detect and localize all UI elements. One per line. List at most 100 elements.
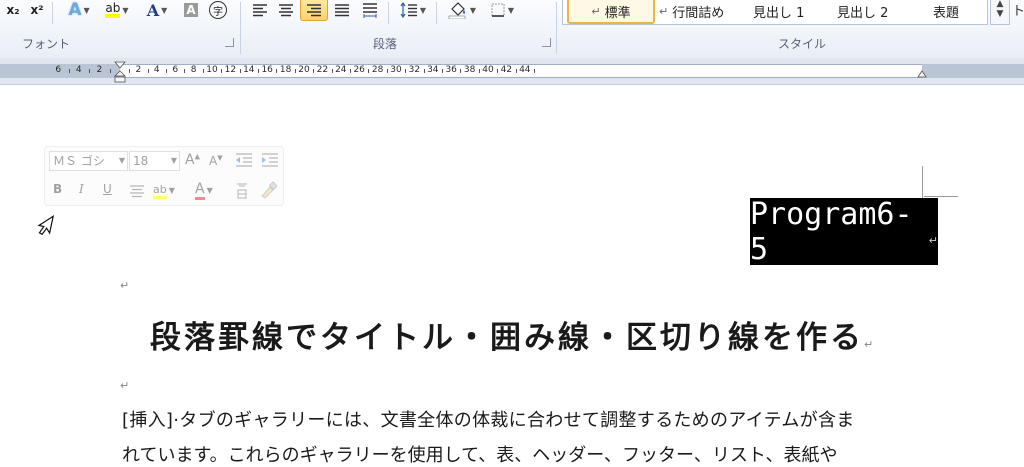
style-item-heading1[interactable]: 見出し 1	[753, 0, 833, 22]
highlight-icon: ab	[153, 183, 167, 199]
program-label-box[interactable]: Program6-5 ↵	[750, 197, 938, 267]
horizontal-ruler[interactable]: 6 4 2 2 4 6 8 10 12 14 16 18 20 22 24 26 28 30 32 34 36 38 40 4…	[0, 64, 1024, 78]
style-gallery: ↵ 標準 ↵ 行間詰め 見出し 1 見出し 2 表題	[562, 0, 988, 25]
chevron-down-icon: ▼	[419, 5, 427, 15]
font-color-icon: A	[195, 181, 205, 200]
ruler-number: 36	[445, 65, 457, 75]
style-item-title[interactable]: 表題	[933, 0, 983, 22]
body-text-line[interactable]: れています。これらのギャラリーを使用して、表、ヘッダー、フッター、リスト、表紙や	[122, 441, 838, 467]
chevron-down-icon: ▼	[507, 5, 515, 15]
align-left-icon	[253, 4, 267, 17]
highlight-button[interactable]: ab ▼	[100, 0, 134, 20]
ruler-tick	[405, 69, 407, 73]
phonetic-guide-icon[interactable]	[235, 182, 249, 200]
decrease-indent-icon[interactable]	[235, 152, 253, 168]
justify-button[interactable]	[330, 0, 354, 20]
body-text-line[interactable]: [挿入]·タブのギャラリーには、文書全体の体裁に合わせて調整するためのアイテムが…	[122, 406, 855, 432]
italic-button[interactable]: I	[79, 182, 84, 196]
chevron-down-icon: ▼	[122, 5, 129, 15]
font-group-label: フォント	[22, 37, 71, 51]
document-page[interactable]	[0, 85, 1024, 454]
subscript-label: x₂	[6, 3, 20, 17]
gallery-scroll-button[interactable]: ▲ ▼	[990, 0, 1010, 25]
text-effect-button[interactable]: A ▼	[62, 0, 96, 20]
ruler-tick	[423, 69, 425, 73]
grow-font-arrow-icon: ▲	[194, 152, 200, 161]
align-left-button[interactable]	[248, 0, 272, 20]
font-size-value: 18	[133, 154, 149, 168]
font-color-button[interactable]: A ▼	[140, 0, 174, 20]
style-item-heading2[interactable]: 見出し 2	[837, 0, 917, 22]
align-center-icon	[279, 4, 293, 17]
ruler-tick	[368, 69, 370, 73]
ruler-tick	[460, 69, 462, 73]
enclose-char-button[interactable]: 字	[206, 0, 230, 20]
para-mark-icon: ↵	[659, 4, 669, 18]
ruler-tick	[478, 69, 480, 73]
style-item-label: 表題	[933, 5, 960, 21]
style-item-normal[interactable]: ↵ 標準	[567, 0, 655, 24]
paragraph-dialog-launcher-icon[interactable]	[542, 38, 551, 47]
ruler-number: 24	[335, 65, 347, 75]
ruler-tick	[276, 69, 278, 73]
ruler-number: 14	[243, 65, 255, 75]
ruler-number: 10	[206, 65, 218, 75]
separator	[556, 2, 557, 54]
shrink-font-button[interactable]: A▼	[209, 154, 223, 168]
bold-button[interactable]: B	[53, 182, 62, 196]
ruler-tick	[515, 69, 517, 73]
document-heading[interactable]: 段落罫線でタイトル・囲み線・区切り線を作る↵	[150, 312, 873, 357]
grow-font-button[interactable]: A▲	[185, 152, 200, 168]
mini-toolbar[interactable]: ＭＳ ゴシ ▼ 18 ▼ A▲ A▼ B I U ab ▼ A ▼	[44, 146, 284, 206]
ruler-number: 12	[224, 65, 237, 75]
right-indent-marker-icon[interactable]	[917, 70, 927, 80]
ruler-number: 18	[279, 65, 292, 75]
ruler-number: 4	[153, 65, 160, 75]
underline-button[interactable]: U	[103, 182, 112, 196]
para-mark-icon: ↵	[928, 234, 938, 247]
increase-indent-icon[interactable]	[261, 152, 279, 168]
superscript-button[interactable]: x²	[26, 0, 48, 20]
indent-marker-icon[interactable]	[114, 61, 126, 83]
shrink-font-label: A	[209, 154, 218, 168]
ruler-tick	[239, 69, 241, 73]
borders-button[interactable]: ▼	[484, 0, 520, 20]
center-align-icon[interactable]	[129, 184, 145, 198]
line-spacing-button[interactable]: ▼	[396, 0, 430, 20]
char-shading-button[interactable]: A	[180, 0, 202, 20]
ruler-number: 34	[427, 65, 439, 75]
format-painter-icon[interactable]	[259, 181, 277, 199]
justify-icon	[335, 4, 349, 17]
font-name-box[interactable]: ＭＳ ゴシ ▼	[49, 151, 128, 171]
align-center-button[interactable]	[274, 0, 298, 20]
style-item-label: 標準	[604, 5, 631, 21]
align-right-button[interactable]	[300, 0, 328, 21]
distribute-button[interactable]	[358, 0, 382, 20]
style-item-no-spacing[interactable]: ↵ 行間詰め	[659, 0, 751, 22]
bold-label: B	[53, 182, 63, 196]
ruler-number: 4	[75, 65, 82, 75]
ruler-number: 22	[316, 65, 329, 75]
para-mark-icon: ↵	[120, 279, 130, 292]
enclose-char-icon: 字	[209, 1, 227, 19]
style-item-label: 見出し 1	[753, 5, 805, 21]
separator	[240, 2, 241, 54]
ruler-tick	[350, 69, 351, 73]
ruler-tick	[147, 69, 149, 73]
subscript-button[interactable]: x₂	[2, 0, 24, 20]
ruler-right-margin	[922, 64, 1024, 78]
shading-button[interactable]: ▼	[444, 0, 480, 20]
chevron-down-icon: ▼	[996, 9, 1004, 19]
ruler-tick	[258, 69, 259, 73]
styles-group-label: スタイル	[778, 37, 827, 51]
ruler-tick	[313, 69, 315, 73]
mini-highlight-button[interactable]: ab ▼	[153, 182, 175, 199]
style-item-partial[interactable]: ト	[1012, 0, 1024, 19]
ruler-tick	[89, 69, 91, 73]
ruler-tick	[129, 69, 131, 73]
para-mark-icon: ↵	[120, 379, 130, 392]
style-item-label: 見出し 2	[837, 5, 889, 21]
font-size-box[interactable]: 18 ▼	[129, 151, 180, 171]
font-dialog-launcher-icon[interactable]	[225, 38, 234, 47]
mini-font-color-button[interactable]: A ▼	[195, 181, 213, 200]
